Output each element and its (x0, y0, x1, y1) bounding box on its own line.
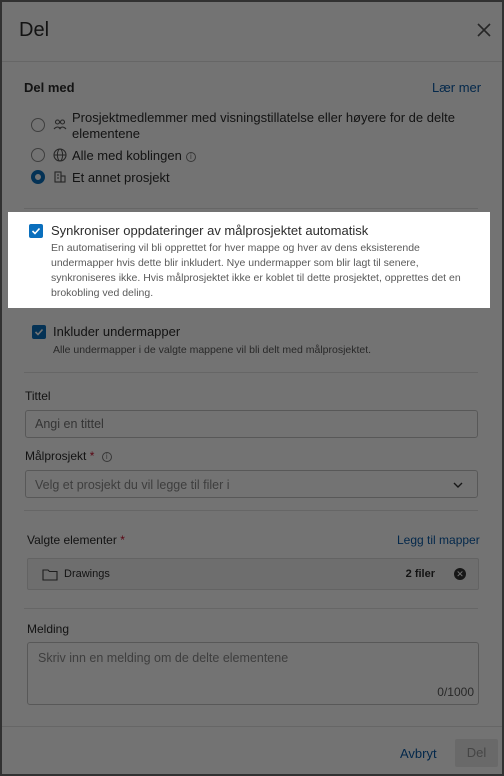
sync-title: Synkroniser oppdateringer av målprosjekt… (51, 223, 369, 238)
checkmark-icon (31, 227, 41, 235)
message-counter: 0/1000 (437, 685, 474, 699)
radio-anyone-with-link[interactable] (31, 148, 45, 162)
selected-item-count: 2 filer (405, 568, 435, 580)
divider (24, 608, 478, 609)
share-with-label: Del med (24, 80, 75, 95)
include-subfolders-desc: Alle undermapper i de valgte mappene vil… (53, 344, 372, 356)
message-textarea[interactable]: Skriv inn en melding om de delte element… (27, 642, 479, 705)
close-icon[interactable] (476, 22, 492, 38)
dialog-title: Del (19, 19, 50, 41)
divider (24, 372, 478, 373)
people-icon (53, 119, 67, 130)
include-subfolders-checkbox[interactable] (32, 325, 46, 339)
folder-icon (42, 569, 58, 581)
required-marker: * (120, 533, 125, 547)
required-marker: * (89, 449, 95, 463)
selected-item-row: Drawings 2 filer ✕ (27, 558, 479, 590)
chevron-down-icon (453, 482, 463, 488)
radio-another-project[interactable] (31, 170, 45, 184)
option-anyone-with-link: Alle med koblingen i (72, 148, 196, 164)
option-anyone-with-link-label: Alle med koblingen (72, 148, 182, 163)
message-label: Melding (27, 622, 70, 636)
remove-icon[interactable]: ✕ (454, 568, 466, 580)
selected-items-label: Valgte elementer * (27, 533, 125, 547)
building-icon (54, 171, 66, 183)
include-subfolders-title: Inkluder undermapper (53, 324, 181, 339)
target-project-select[interactable]: Velg et prosjekt du vil legge til filer … (25, 470, 478, 498)
divider (24, 208, 478, 209)
add-folders-link[interactable]: Legg til mapper (397, 533, 480, 547)
sync-desc-line4: brokobling ved deling. (51, 287, 154, 299)
message-placeholder: Skriv inn en melding om de delte element… (38, 651, 289, 665)
sync-option-highlight: Synkroniser oppdateringer av målprosjekt… (8, 212, 490, 308)
target-project-placeholder: Velg et prosjekt du vil legge til filer … (35, 478, 230, 492)
globe-icon (53, 148, 67, 162)
info-icon[interactable]: i (185, 152, 196, 162)
target-project-label-text: Målprosjekt (25, 449, 87, 463)
option-project-members-line2: elementene (72, 126, 140, 141)
footer-divider (2, 726, 502, 727)
share-button[interactable]: Del (455, 739, 498, 767)
target-project-label: Målprosjekt * i (25, 449, 112, 463)
sync-checkbox[interactable] (29, 224, 43, 238)
sync-desc-line1: En automatisering vil bli opprettet for … (51, 242, 420, 254)
sync-desc-line3: synkroniseres ikke. Hvis målprosjektet i… (51, 272, 461, 284)
option-another-project: Et annet prosjekt (72, 170, 170, 185)
learn-more-link[interactable]: Lær mer (432, 80, 481, 95)
radio-project-members[interactable] (31, 118, 45, 132)
title-input[interactable] (25, 410, 478, 438)
title-field-label: Tittel (25, 389, 51, 403)
share-dialog: Del Del med Lær mer Prosjektmedlemmer me… (0, 0, 504, 776)
info-icon[interactable]: i (101, 452, 112, 462)
dialog-header: Del (2, 2, 502, 62)
option-project-members-line1: Prosjektmedlemmer med visningstillatelse… (72, 110, 455, 125)
checkmark-icon (34, 328, 44, 336)
selected-items-label-text: Valgte elementer (27, 533, 117, 547)
sync-desc-line2: undermapper hvis dette blir inkludert. N… (51, 257, 419, 269)
cancel-button[interactable]: Avbryt (400, 746, 437, 761)
divider (24, 510, 478, 511)
selected-item-name: Drawings (64, 568, 110, 580)
